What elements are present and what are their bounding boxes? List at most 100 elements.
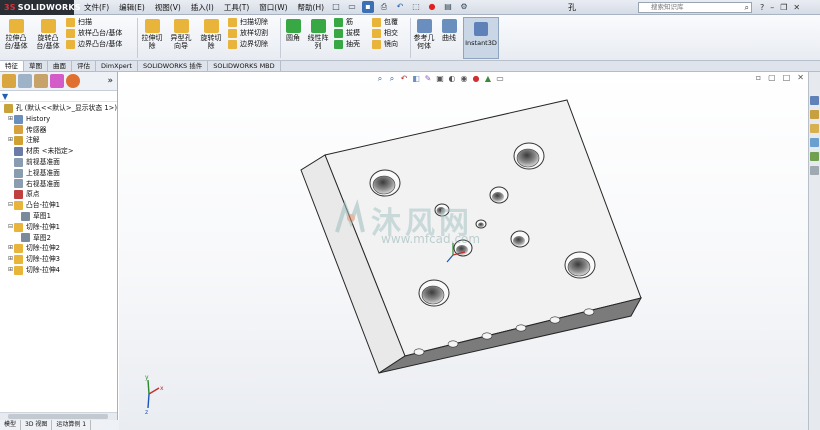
file-properties-icon[interactable]: ▤ — [442, 1, 454, 13]
expand-toggle-icon[interactable]: ⊞ — [7, 135, 14, 146]
search-input[interactable]: 搜索知识库 ⌕ — [638, 2, 752, 13]
expand-toggle-icon[interactable]: ⊞ — [7, 265, 14, 276]
tab-1[interactable]: 草图 — [24, 61, 48, 71]
mirror-button[interactable]: 镜向 — [372, 39, 408, 50]
part-model[interactable]: x y z — [119, 72, 808, 430]
hole-top-right[interactable] — [513, 142, 545, 170]
tree-node[interactable]: ⊟ 切除-拉伸1 — [0, 222, 117, 233]
expand-toggle-icon[interactable]: ⊞ — [7, 254, 14, 265]
rebuild-icon[interactable]: ● — [426, 1, 438, 13]
custom-properties-icon[interactable] — [810, 166, 819, 175]
tab-4[interactable]: DimXpert — [96, 61, 138, 71]
tree-node[interactable]: 上视基准面 — [0, 168, 117, 179]
tree-node[interactable]: ⊞ 注解 — [0, 135, 117, 146]
tab-3[interactable]: 评估 — [72, 61, 96, 71]
extruded-boss-button[interactable]: 拉伸凸台/基体 — [2, 19, 30, 50]
revolved-boss-button[interactable]: 旋转凸台/基体 — [34, 19, 62, 50]
restore-icon[interactable]: ❐ — [780, 1, 787, 14]
tree-node[interactable]: 孔 (默认<<默认>_显示状态 1>) — [0, 103, 117, 114]
view-palette-icon[interactable] — [810, 138, 819, 147]
linear-pattern-button[interactable]: 线性阵列 — [306, 19, 330, 50]
file-explorer-icon[interactable] — [810, 124, 819, 133]
menu-item[interactable]: 窗口(W) — [259, 0, 287, 15]
print-icon[interactable]: ⎙ — [378, 1, 390, 13]
bottom-tab[interactable]: 3D 视图 — [21, 420, 53, 430]
graphics-area[interactable]: ⌕ ⌕ ↶ ◧ ✎ ▣ ◐ ◉ ● ▲ ▭ ▫ ▢ □ ✕ x y z 沐风网 … — [119, 72, 808, 430]
bottom-tab[interactable]: 模型 — [0, 420, 22, 430]
configuration-manager-icon[interactable] — [34, 74, 48, 88]
save-icon[interactable]: ▪ — [362, 1, 374, 13]
draft-button[interactable]: 拔模 — [334, 28, 368, 39]
feature-manager-icon[interactable] — [2, 74, 16, 88]
expand-toggle-icon[interactable]: ⊟ — [7, 200, 14, 211]
undo-icon[interactable]: ↶ — [394, 1, 406, 13]
tab-0[interactable]: 特征 — [0, 61, 24, 71]
appearances-icon[interactable] — [810, 152, 819, 161]
tree-node[interactable]: 材质 <未指定> — [0, 146, 117, 157]
property-manager-icon[interactable] — [18, 74, 32, 88]
resources-icon[interactable] — [810, 96, 819, 105]
tree-node[interactable]: 传感器 — [0, 125, 117, 136]
tree-node[interactable]: 右视基准面 — [0, 179, 117, 190]
design-library-icon[interactable] — [810, 110, 819, 119]
boundary-cut-button[interactable]: 边界切除 — [228, 39, 278, 50]
new-document-icon[interactable]: □ — [330, 1, 342, 13]
hole-inner-2[interactable] — [510, 230, 530, 248]
scrollbar-thumb[interactable] — [8, 414, 108, 419]
filter-icon[interactable]: ▼ — [2, 92, 8, 101]
lofted-cut-button[interactable]: 放样切割 — [228, 28, 278, 39]
menu-item[interactable]: 文件(F) — [84, 0, 109, 15]
reference-geometry-button[interactable]: 参考几何体 — [412, 19, 436, 50]
hole-bottom-right[interactable] — [564, 251, 596, 279]
tree-node[interactable]: ⊞ 切除-拉伸4 — [0, 265, 117, 276]
tree-node[interactable]: 前视基准面 — [0, 157, 117, 168]
intersect-button[interactable]: 相交 — [372, 28, 408, 39]
swept-boss-button[interactable]: 扫描 — [66, 17, 136, 28]
horizontal-scrollbar[interactable] — [0, 412, 117, 420]
menu-item[interactable]: 工具(T) — [224, 0, 249, 15]
chevron-right-icon[interactable]: » — [107, 76, 113, 86]
expand-toggle-icon[interactable]: ⊟ — [7, 222, 14, 233]
expand-toggle-icon[interactable]: ⊞ — [7, 243, 14, 254]
menu-item[interactable]: 插入(I) — [191, 0, 214, 15]
bottom-tab[interactable]: 运动算例 1 — [52, 420, 92, 430]
menu-item[interactable]: 视图(V) — [155, 0, 181, 15]
lofted-boss-button[interactable]: 放样凸台/基体 — [66, 28, 136, 39]
hole-bottom-left[interactable] — [418, 279, 450, 307]
help-icon[interactable]: ? — [760, 1, 764, 14]
tree-node[interactable]: 草图2 — [0, 233, 117, 244]
search-icon[interactable]: ⌕ — [745, 3, 749, 12]
close-icon[interactable]: ✕ — [793, 1, 800, 14]
dimxpert-manager-icon[interactable] — [50, 74, 64, 88]
instant3d-button[interactable]: Instant3D — [463, 17, 499, 59]
tree-node[interactable]: ⊞ History — [0, 114, 117, 125]
expand-toggle-icon[interactable]: ⊞ — [7, 114, 14, 125]
solidworks-logo[interactable]: 3S SOLIDWORKS — [0, 0, 81, 15]
display-manager-icon[interactable] — [66, 74, 80, 88]
tree-node[interactable]: ⊞ 切除-拉伸2 — [0, 243, 117, 254]
tree-node[interactable]: 原点 — [0, 189, 117, 200]
wrap-button[interactable]: 包覆 — [372, 17, 408, 28]
hole-top-left[interactable] — [369, 169, 401, 197]
tree-node[interactable]: ⊟ 凸台-拉伸1 — [0, 200, 117, 211]
tab-2[interactable]: 曲面 — [48, 61, 72, 71]
rib-button[interactable]: 筋 — [334, 17, 368, 28]
minimize-icon[interactable]: – — [770, 1, 774, 14]
revolved-cut-button[interactable]: 旋转切除 — [198, 19, 224, 50]
open-document-icon[interactable]: ▭ — [346, 1, 358, 13]
shell-button[interactable]: 抽壳 — [334, 39, 368, 50]
menu-item[interactable]: 帮助(H) — [298, 0, 325, 15]
fillet-button[interactable]: 圆角 — [283, 19, 303, 42]
tree-node[interactable]: 草图1 — [0, 211, 117, 222]
options-icon[interactable]: ⚙ — [458, 1, 470, 13]
curves-button[interactable]: 曲线 — [439, 19, 459, 42]
menu-item[interactable]: 编辑(E) — [119, 0, 145, 15]
tab-6[interactable]: SOLIDWORKS MBD — [208, 61, 281, 71]
boundary-boss-button[interactable]: 边界凸台/基体 — [66, 39, 136, 50]
tab-5[interactable]: SOLIDWORKS 插件 — [138, 61, 209, 71]
hole-wizard-button[interactable]: 异型孔向导 — [168, 19, 194, 50]
extruded-cut-button[interactable]: 拉伸切除 — [140, 19, 164, 50]
swept-cut-button[interactable]: 扫描切除 — [228, 17, 278, 28]
select-icon[interactable]: ⬚ — [410, 1, 422, 13]
tree-node[interactable]: ⊞ 切除-拉伸3 — [0, 254, 117, 265]
